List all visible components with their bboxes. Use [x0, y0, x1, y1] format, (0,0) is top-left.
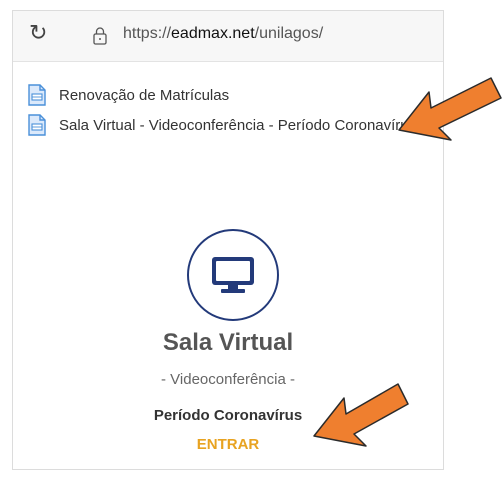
url-prefix: https:// — [123, 25, 172, 42]
lock-icon — [93, 27, 107, 45]
document-icon — [28, 114, 46, 136]
virtual-room-icon-circle[interactable] — [187, 229, 279, 321]
link-label: Sala Virtual - Videoconferência - Períod… — [59, 116, 417, 134]
annotation-arrow-icon — [313, 383, 409, 447]
address-bar: ↻ https://eadmax.net/unilagos/ — [13, 11, 443, 62]
url-field[interactable]: https://eadmax.net/unilagos/ — [123, 25, 323, 43]
annotation-arrow-icon — [398, 77, 502, 141]
link-sala-virtual[interactable]: Sala Virtual - Videoconferência - Períod… — [27, 111, 443, 139]
virtual-room-title: Sala Virtual — [162, 329, 294, 356]
reload-icon[interactable]: ↻ — [29, 23, 51, 45]
url-path: /unilagos/ — [254, 25, 324, 42]
link-list: Renovação de Matrículas Sala Virtual - V… — [27, 81, 443, 141]
link-label: Renovação de Matrículas — [59, 86, 230, 104]
monitor-icon — [212, 257, 254, 293]
link-renovacao-matriculas[interactable]: Renovação de Matrículas — [27, 81, 443, 109]
url-domain: eadmax.net — [171, 25, 255, 42]
document-icon — [28, 84, 46, 106]
